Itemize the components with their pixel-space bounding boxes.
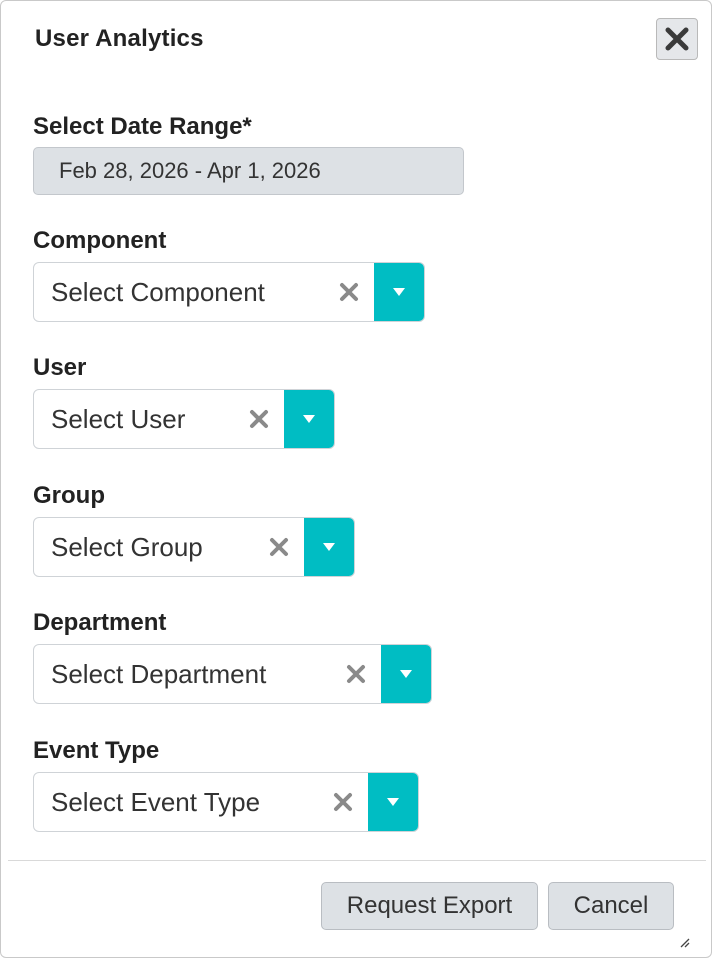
group-dropdown-button[interactable] <box>304 518 354 576</box>
event-type-clear-button[interactable] <box>318 773 368 831</box>
group-select[interactable]: Select Group <box>33 517 355 577</box>
caret-down-icon <box>303 415 315 423</box>
department-dropdown-button[interactable] <box>381 645 431 703</box>
component-select-text: Select Component <box>51 276 265 307</box>
close-button[interactable] <box>656 18 698 60</box>
component-select[interactable]: Select Component <box>33 262 425 322</box>
group-clear-button[interactable] <box>254 518 304 576</box>
component-label: Component <box>33 227 167 254</box>
caret-down-icon <box>387 798 399 806</box>
event-type-label: Event Type <box>33 737 160 764</box>
caret-down-icon <box>393 288 405 296</box>
component-dropdown-button[interactable] <box>374 263 424 321</box>
department-select[interactable]: Select Department <box>33 644 432 704</box>
cancel-button[interactable]: Cancel <box>548 882 674 930</box>
clear-x-icon <box>347 665 365 683</box>
date-range-input[interactable]: Feb 28, 2026 - Apr 1, 2026 <box>33 147 464 195</box>
caret-down-icon <box>323 543 335 551</box>
resize-grip-icon[interactable] <box>677 935 691 949</box>
clear-x-icon <box>250 410 268 428</box>
caret-down-icon <box>400 670 412 678</box>
user-label: User <box>33 354 87 381</box>
department-label: Department <box>33 609 167 636</box>
department-select-text: Select Department <box>51 658 267 689</box>
user-clear-button[interactable] <box>234 390 284 448</box>
dialog-title: User Analytics <box>35 25 204 52</box>
event-type-dropdown-button[interactable] <box>368 773 418 831</box>
user-select-text: Select User <box>51 403 186 434</box>
footer-divider <box>8 860 706 861</box>
date-range-label: Select Date Range* <box>33 113 252 140</box>
user-analytics-dialog: User Analytics Select Date Range* Feb 28… <box>0 0 712 958</box>
group-select-text: Select Group <box>51 531 203 562</box>
event-type-select[interactable]: Select Event Type <box>33 772 419 832</box>
group-label: Group <box>33 482 105 509</box>
clear-x-icon <box>340 283 358 301</box>
clear-x-icon <box>270 538 288 556</box>
component-clear-button[interactable] <box>324 263 374 321</box>
clear-x-icon <box>334 793 352 811</box>
event-type-select-text: Select Event Type <box>51 786 261 817</box>
user-dropdown-button[interactable] <box>284 390 334 448</box>
request-export-button[interactable]: Request Export <box>321 882 538 930</box>
close-icon <box>665 27 689 51</box>
department-clear-button[interactable] <box>331 645 381 703</box>
user-select[interactable]: Select User <box>33 389 335 449</box>
